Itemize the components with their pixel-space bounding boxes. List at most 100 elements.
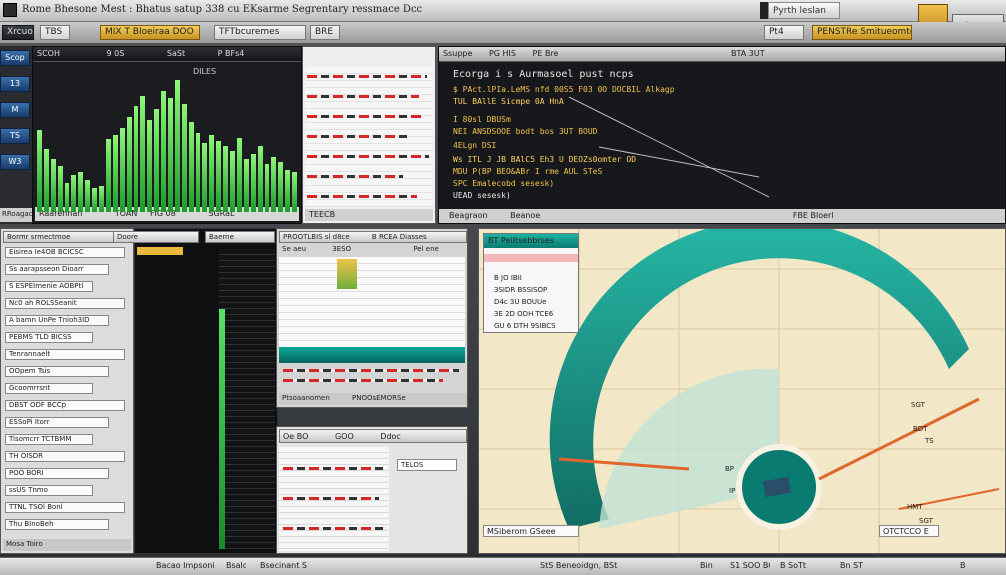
tab-toolbar-2[interactable]: MIX T Bloeiraa DOO: [100, 25, 200, 40]
popup-row-1: 3SIDR BSSISOP: [494, 286, 548, 294]
code-tab-0[interactable]: Ssuppe: [443, 49, 472, 58]
table-row: [283, 369, 459, 372]
lower-header-1[interactable]: GOO: [335, 432, 354, 441]
app-icon[interactable]: [3, 3, 17, 17]
chart-tab-2[interactable]: SaSt: [167, 49, 185, 58]
chart-bar: [209, 135, 215, 212]
form-field[interactable]: Tenrannaelt: [5, 349, 125, 360]
form-field[interactable]: Ss aarapsseon Dioarr: [5, 264, 109, 275]
chart-bar: [181, 103, 187, 212]
form-field[interactable]: DBST ODF BCCp: [5, 400, 125, 411]
mid-indicator: [337, 259, 357, 289]
form-field[interactable]: S ESPEImenie AOBPtI: [5, 281, 93, 292]
code-line-2: I 80sl DBUSm: [453, 115, 511, 124]
code-line-7: SPC Emalecobd sesesk): [453, 179, 555, 188]
mid-sub-1: 3ESO: [332, 245, 352, 253]
form-field[interactable]: Thu BInoBeh: [5, 519, 109, 530]
code-tab-1[interactable]: PG HIS: [489, 49, 516, 58]
chart-bar: [278, 161, 284, 212]
form-rows: Eisirea Ie4OB BCICSC Ss aarapsseon Dioarr…: [1, 247, 133, 537]
chart-tab-1[interactable]: 9 0S: [107, 49, 125, 58]
chart-bar: [188, 122, 194, 212]
form-field[interactable]: OOpem Tsis: [5, 366, 109, 377]
chart-bar: [216, 140, 222, 212]
form-field[interactable]: Eisirea Ie4OB BCICSC: [5, 247, 125, 258]
chart-bar: [99, 185, 104, 212]
chart-panel-header: SCOH 9 0S SaSt P BFs4: [33, 47, 301, 62]
lower-header-2[interactable]: Ddoc: [380, 432, 401, 441]
dial-footer-right[interactable]: OTCTCCO E: [879, 525, 939, 537]
form-panel: Bormr srmectmoe Eisirea Ie4OB BCICSC Ss a…: [0, 228, 134, 554]
form-field[interactable]: PEBMS TLD BICSS: [5, 332, 93, 343]
ticket-label[interactable]: Pyrth leslan: [768, 2, 840, 19]
mid-footer-1[interactable]: PNOOsEMORSe: [352, 394, 406, 402]
table-row: [283, 497, 379, 500]
code-line-4: 4ELgn DSI: [453, 141, 497, 150]
code-footer-2[interactable]: FBE Bloerl: [793, 211, 834, 220]
divider: [760, 2, 768, 19]
sidebar-item-3[interactable]: TS: [0, 128, 30, 144]
readout-level: [219, 309, 225, 549]
readout-panel: Doore Baerne: [113, 228, 278, 554]
code-footer: Beagraon Beanoe FBE Bloerl: [439, 209, 1005, 223]
tab-toolbar-0[interactable]: Xrcuoee: [2, 25, 34, 40]
chart-bar: [126, 116, 132, 212]
code-tab-3[interactable]: BTA 3UT: [731, 49, 765, 58]
table-row: [307, 155, 429, 158]
chart-bar: [257, 146, 263, 212]
popup-row-0: B JO IBII: [494, 274, 522, 282]
form-field[interactable]: Nc0 ah ROLSSeanit: [5, 298, 125, 309]
form-tab-1[interactable]: Doore: [113, 231, 199, 243]
form-field[interactable]: ssUS Tnmo: [5, 485, 93, 496]
sidebar-item-1[interactable]: 13: [0, 76, 30, 92]
chart-bar: [236, 138, 242, 212]
gauge-label-3: BP: [725, 465, 735, 473]
chart-bar: [71, 175, 77, 212]
form-field[interactable]: Tisomcrr TCTBMM: [5, 434, 93, 445]
form-field[interactable]: ESSoPi Itorr: [5, 417, 109, 428]
sidebar-item-0[interactable]: Scop: [0, 50, 30, 66]
code-line-8: UEAD sesesk): [453, 191, 511, 200]
form-tab-0[interactable]: Bormr srmectmoe: [3, 231, 131, 243]
toolbar: Xrcuoee TBS MIX T Bloeiraa DOO TFTbcurem…: [0, 22, 1006, 44]
form-field[interactable]: TTNL TSOl Bonl: [5, 502, 125, 513]
lower-header-0[interactable]: Oe BO: [283, 432, 308, 441]
tab-toolbar-6[interactable]: PENSTRe Smitueomte: [812, 25, 912, 40]
mid-header-1[interactable]: B RCEA Diasses: [372, 233, 427, 241]
code-panel: Ssuppe PG HIS PE Bre BTA 3UT Ecorga i s …: [438, 46, 1006, 224]
table-row: [307, 115, 425, 118]
gauge-popup[interactable]: BT PeiItsebbrses B JO IBII 3SIDR BSSISOP…: [483, 233, 579, 333]
tab-toolbar-1[interactable]: TBS: [40, 25, 70, 40]
mid-header-0[interactable]: PROOTLBIS sl d8ce: [283, 233, 350, 241]
chart-bar: [230, 151, 235, 212]
chart-tab-3[interactable]: P BFs4: [218, 49, 245, 58]
table-row: [283, 379, 443, 382]
status-cell-4: Bin: [700, 561, 713, 570]
form-field[interactable]: POO BORI: [5, 468, 109, 479]
form-field[interactable]: Gcoomrrsnt: [5, 383, 93, 394]
chart-bar: [285, 169, 291, 212]
tab-toolbar-3[interactable]: TFTbcuremes: [214, 25, 306, 40]
tab-toolbar-5[interactable]: Pt4: [764, 25, 804, 40]
table-row: [307, 175, 403, 178]
gauge-label-6: SGT: [919, 517, 933, 525]
form-tab-2[interactable]: Baerne: [205, 231, 275, 243]
code-footer-1[interactable]: Beanoe: [510, 211, 540, 220]
tab-toolbar-4[interactable]: BRE: [310, 25, 340, 40]
form-field[interactable]: TH OISDR: [5, 451, 125, 462]
lower-field[interactable]: TELOS: [397, 459, 457, 471]
dial-footer-left[interactable]: MSiberom GSeee: [483, 525, 579, 537]
chart-bar: [154, 109, 160, 212]
chart-bar: [57, 165, 63, 212]
gauge-label-5: HMT: [907, 503, 923, 511]
table-row: [283, 527, 387, 530]
mid-footer-0[interactable]: Ptsoaanomen: [282, 394, 330, 402]
sidebar-item-2[interactable]: M: [0, 102, 30, 118]
form-field[interactable]: A bamn UnPe Tnioh3ID: [5, 315, 109, 326]
mid-panel-header: PROOTLBIS sl d8ce B RCEA Diasses: [279, 231, 467, 243]
code-footer-0[interactable]: Beagraon: [449, 211, 488, 220]
sidebar-item-4[interactable]: W3: [0, 154, 30, 170]
code-tab-2[interactable]: PE Bre: [533, 49, 559, 58]
chart-tab-0[interactable]: SCOH: [37, 49, 60, 58]
code-heading: Ecorga i s Aurmasoel pust ncps: [453, 69, 634, 80]
